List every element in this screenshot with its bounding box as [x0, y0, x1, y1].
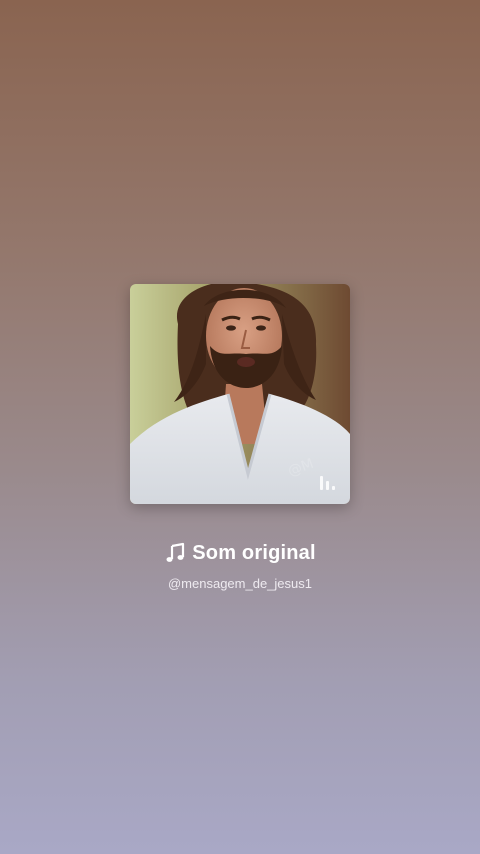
audio-title: Som original	[192, 541, 316, 564]
audio-bars-icon	[320, 476, 335, 490]
audio-title-row[interactable]: Som original	[0, 538, 480, 568]
cover-image: @M	[130, 284, 350, 504]
creator-handle-link[interactable]: @mensagem_de_jesus1	[0, 576, 480, 591]
audio-cover-thumbnail[interactable]: @M	[130, 284, 350, 504]
audio-page: @M Som original @mensagem_de_jesus1	[0, 0, 480, 854]
music-note-icon	[166, 542, 185, 562]
